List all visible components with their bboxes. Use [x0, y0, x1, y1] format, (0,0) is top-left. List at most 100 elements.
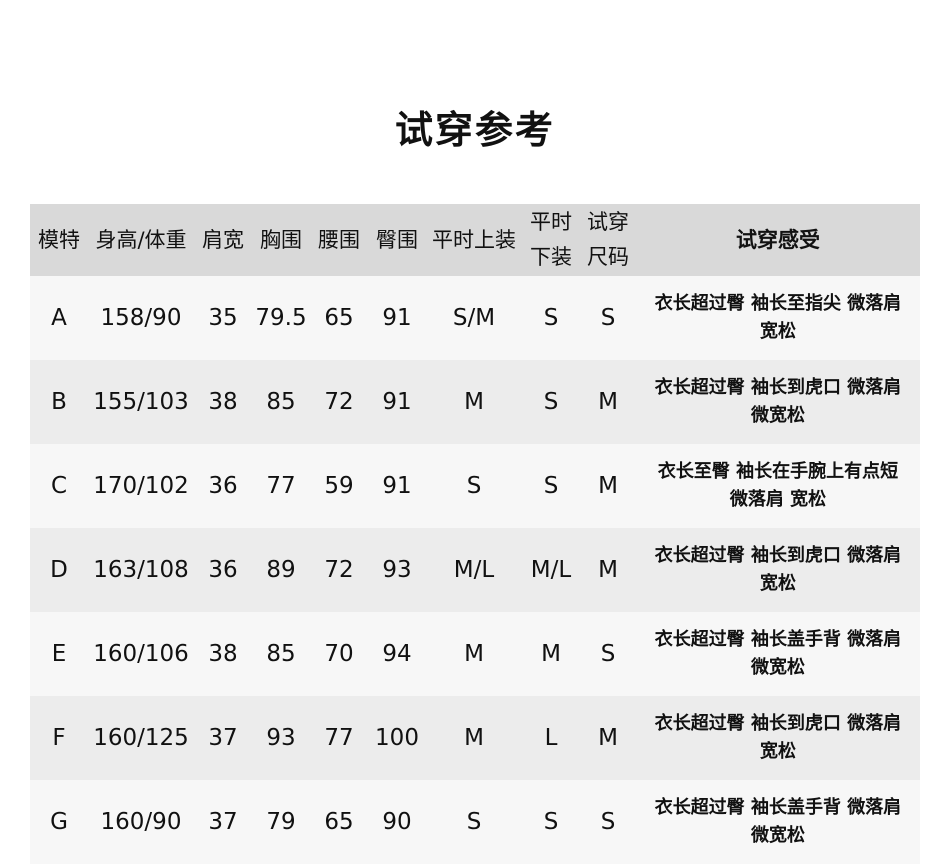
cell-usual-top: S/M	[426, 276, 522, 360]
cell-feel-line2: 微宽松	[751, 825, 805, 846]
cell-shoulder: 38	[194, 360, 252, 444]
cell-chest: 85	[252, 360, 310, 444]
cell-try-size: M	[580, 444, 636, 528]
cell-usual-top: S	[426, 444, 522, 528]
cell-try-size: S	[580, 276, 636, 360]
table-row: F 160/125 37 93 77 100 M L M 衣长超过臀 袖长到虎口…	[30, 696, 920, 780]
table-row: C 170/102 36 77 59 91 S S M 衣长至臀 袖长在手腕上有…	[30, 444, 920, 528]
cell-usual-top: M/L	[426, 528, 522, 612]
table-row: A 158/90 35 79.5 65 91 S/M S S 衣长超过臀 袖长至…	[30, 276, 920, 360]
cell-shoulder: 37	[194, 780, 252, 864]
cell-hip: 91	[368, 276, 426, 360]
cell-height-weight: 160/106	[88, 612, 194, 696]
header-try-size: 试穿 尺码	[580, 204, 636, 276]
cell-usual-bottom: L	[522, 696, 580, 780]
header-waist: 腰围	[310, 204, 368, 276]
cell-feel-line2: 微宽松	[751, 657, 805, 678]
header-row: 模特 身高/体重 肩宽 胸围 腰围 臀围 平时上装 平时下装 试穿 尺码 试穿感受	[30, 204, 920, 276]
table-row: B 155/103 38 85 72 91 M S M 衣长超过臀 袖长到虎口 …	[30, 360, 920, 444]
cell-hip: 93	[368, 528, 426, 612]
cell-chest: 93	[252, 696, 310, 780]
cell-hip: 90	[368, 780, 426, 864]
cell-hip: 91	[368, 444, 426, 528]
cell-waist: 65	[310, 780, 368, 864]
cell-feel-line1: 衣长超过臀 袖长到虎口 微落肩	[654, 545, 902, 566]
cell-height-weight: 158/90	[88, 276, 194, 360]
cell-shoulder: 35	[194, 276, 252, 360]
cell-hip: 91	[368, 360, 426, 444]
cell-shoulder: 36	[194, 528, 252, 612]
header-usual-bottom-line2: 下装	[530, 245, 572, 269]
cell-model: B	[30, 360, 88, 444]
header-try-size-line2: 尺码	[587, 245, 629, 269]
cell-height-weight: 160/90	[88, 780, 194, 864]
cell-try-size: S	[580, 780, 636, 864]
cell-feel-line2: 微落肩 宽松	[729, 489, 827, 510]
cell-usual-top: M	[426, 612, 522, 696]
cell-waist: 65	[310, 276, 368, 360]
cell-model: D	[30, 528, 88, 612]
cell-feel-line1: 衣长至臀 袖长在手腕上有点短	[657, 461, 899, 482]
cell-model: C	[30, 444, 88, 528]
cell-usual-bottom: M	[522, 612, 580, 696]
header-feel: 试穿感受	[636, 204, 920, 276]
cell-usual-bottom: M/L	[522, 528, 580, 612]
cell-feel-line1: 衣长超过臀 袖长盖手背 微落肩	[654, 797, 902, 818]
cell-chest: 77	[252, 444, 310, 528]
cell-height-weight: 163/108	[88, 528, 194, 612]
cell-feel-line2: 宽松	[760, 321, 796, 342]
cell-usual-bottom: S	[522, 360, 580, 444]
cell-model: F	[30, 696, 88, 780]
cell-model: A	[30, 276, 88, 360]
cell-height-weight: 160/125	[88, 696, 194, 780]
cell-usual-bottom: S	[522, 780, 580, 864]
header-usual-top: 平时上装	[426, 204, 522, 276]
cell-waist: 70	[310, 612, 368, 696]
cell-chest: 89	[252, 528, 310, 612]
cell-model: G	[30, 780, 88, 864]
cell-try-size: S	[580, 612, 636, 696]
table-row: E 160/106 38 85 70 94 M M S 衣长超过臀 袖长盖手背 …	[30, 612, 920, 696]
header-hip: 臀围	[368, 204, 426, 276]
cell-hip: 94	[368, 612, 426, 696]
cell-hip: 100	[368, 696, 426, 780]
cell-chest: 79	[252, 780, 310, 864]
cell-feel-line2: 微宽松	[751, 405, 805, 426]
cell-model: E	[30, 612, 88, 696]
cell-chest: 85	[252, 612, 310, 696]
cell-feel-line1: 衣长超过臀 袖长到虎口 微落肩	[654, 713, 902, 734]
table-row: D 163/108 36 89 72 93 M/L M/L M 衣长超过臀 袖长…	[30, 528, 920, 612]
header-usual-bottom: 平时 下装	[522, 204, 580, 276]
cell-height-weight: 155/103	[88, 360, 194, 444]
cell-feel-line2: 宽松	[760, 573, 796, 594]
header-shoulder: 肩宽	[194, 204, 252, 276]
fitting-reference-table: 模特 身高/体重 肩宽 胸围 腰围 臀围 平时上装 平时下装 试穿 尺码 试穿感受…	[30, 204, 920, 864]
cell-feel-line1: 衣长超过臀 袖长至指尖 微落肩	[654, 293, 902, 314]
cell-usual-top: M	[426, 696, 522, 780]
cell-try-size: M	[580, 696, 636, 780]
cell-feel: 衣长超过臀 袖长到虎口 微落肩 宽松	[636, 528, 920, 612]
cell-waist: 59	[310, 444, 368, 528]
cell-chest: 79.5	[252, 276, 310, 360]
cell-try-size: M	[580, 360, 636, 444]
cell-usual-bottom: S	[522, 276, 580, 360]
table-row: G 160/90 37 79 65 90 S S S 衣长超过臀 袖长盖手背 微…	[30, 780, 920, 864]
cell-waist: 77	[310, 696, 368, 780]
header-model: 模特	[30, 204, 88, 276]
cell-feel: 衣长超过臀 袖长到虎口 微落肩 微宽松	[636, 360, 920, 444]
cell-feel-line1: 衣长超过臀 袖长盖手背 微落肩	[654, 629, 902, 650]
header-usual-bottom-line1: 平时	[530, 210, 572, 234]
cell-height-weight: 170/102	[88, 444, 194, 528]
cell-usual-top: S	[426, 780, 522, 864]
cell-shoulder: 36	[194, 444, 252, 528]
cell-usual-top: M	[426, 360, 522, 444]
header-chest: 胸围	[252, 204, 310, 276]
cell-feel: 衣长超过臀 袖长盖手背 微落肩 微宽松	[636, 612, 920, 696]
cell-feel: 衣长超过臀 袖长至指尖 微落肩 宽松	[636, 276, 920, 360]
header-height-weight: 身高/体重	[88, 204, 194, 276]
cell-waist: 72	[310, 528, 368, 612]
page-title: 试穿参考	[394, 108, 555, 152]
cell-shoulder: 37	[194, 696, 252, 780]
cell-shoulder: 38	[194, 612, 252, 696]
cell-feel: 衣长超过臀 袖长盖手背 微落肩 微宽松	[636, 780, 920, 864]
